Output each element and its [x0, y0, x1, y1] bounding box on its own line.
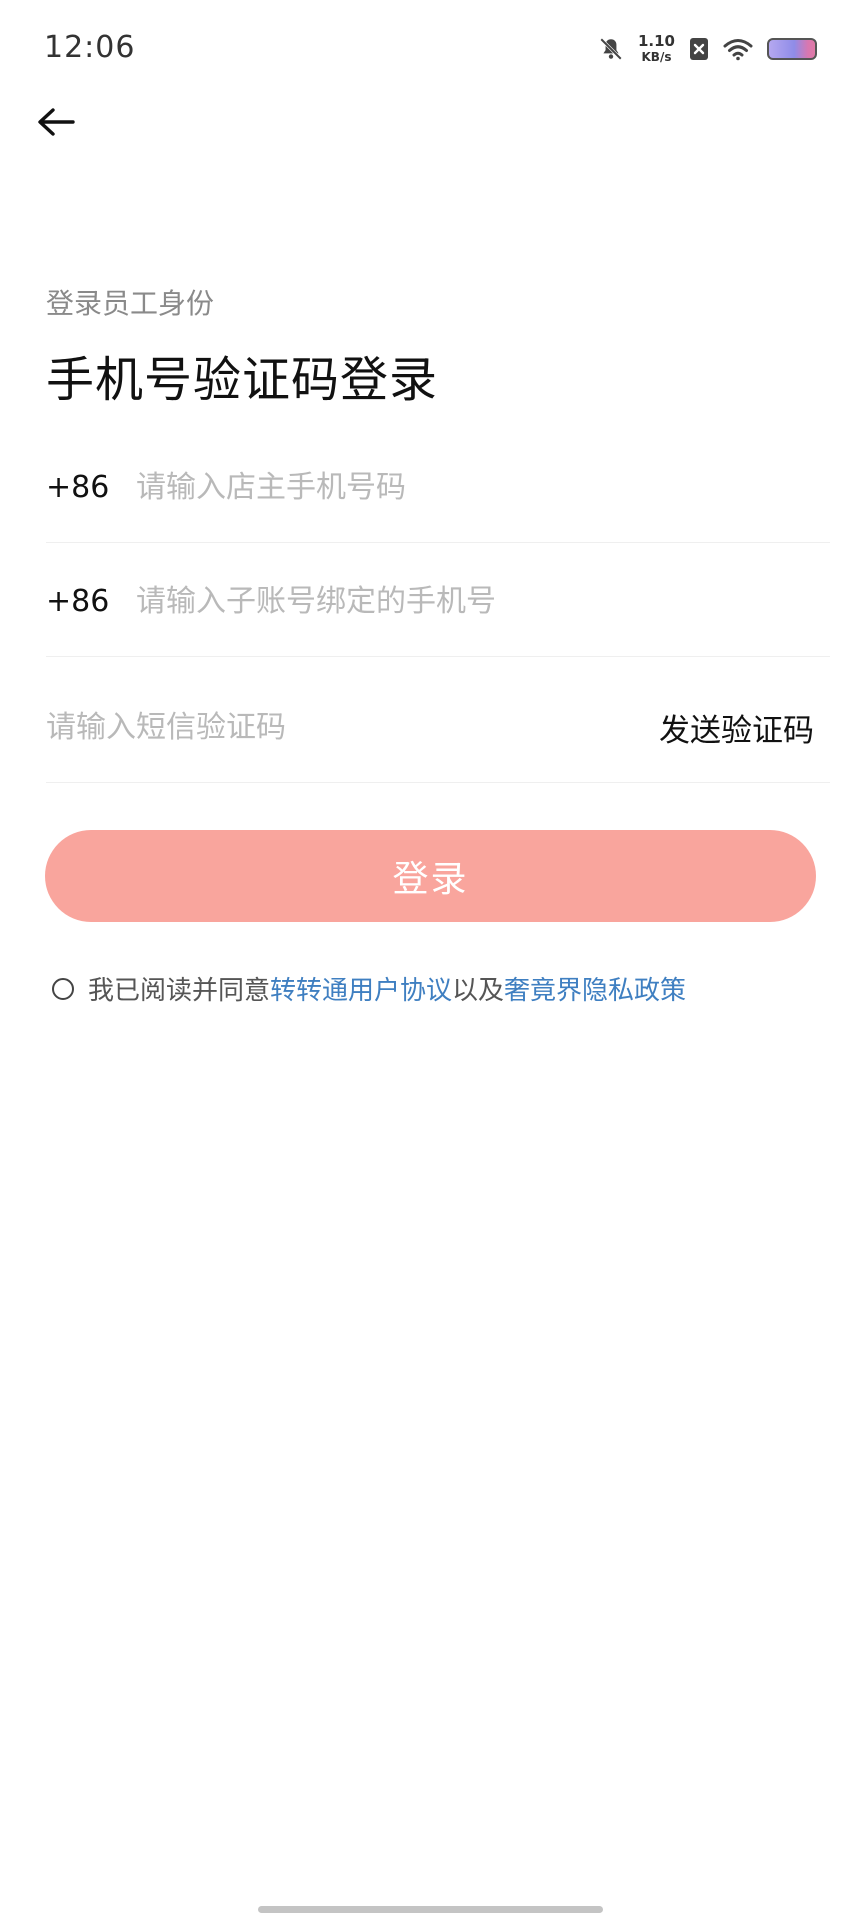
agreement-text: 我已阅读并同意	[88, 976, 271, 1006]
send-code-button[interactable]: 发送验证码	[659, 705, 814, 750]
owner-phone-row: +86	[46, 433, 830, 543]
back-button[interactable]	[34, 102, 78, 146]
agreement-checkbox[interactable]	[52, 977, 74, 1000]
page-title: 手机号验证码登录	[46, 352, 439, 408]
sms-code-row: 发送验证码	[46, 673, 830, 783]
network-speed: 1.10 KB/s	[637, 32, 675, 64]
agreement-middle-text: 以及	[452, 976, 505, 1006]
arrow-left-icon	[37, 107, 75, 141]
sim-x-icon	[689, 37, 709, 61]
agreement: 我已阅读并同意 转转通用户协议 以及 奢竟界隐私政策	[52, 970, 686, 1007]
sub-account-phone-row: +86	[46, 547, 830, 657]
page-subtitle: 登录员工身份	[46, 287, 215, 320]
wifi-icon	[723, 37, 753, 61]
country-code-prefix[interactable]: +86	[46, 584, 136, 619]
sub-account-phone-input[interactable]	[136, 584, 830, 619]
status-time: 12:06	[44, 30, 136, 65]
sms-code-input[interactable]	[46, 710, 659, 745]
network-speed-value: 1.10	[637, 32, 675, 50]
bell-off-icon	[598, 36, 624, 62]
home-indicator[interactable]	[258, 1906, 603, 1913]
network-speed-unit: KB/s	[641, 50, 672, 64]
status-bar: 12:06 1.10 KB/s	[0, 0, 861, 100]
battery-icon	[767, 37, 817, 60]
status-icons: 1.10 KB/s	[598, 34, 817, 63]
login-button[interactable]: 登录	[45, 830, 816, 922]
user-agreement-link[interactable]: 转转通用户协议	[270, 970, 452, 1007]
privacy-policy-link[interactable]: 奢竟界隐私政策	[504, 970, 686, 1007]
owner-phone-input[interactable]	[136, 470, 830, 505]
country-code-prefix[interactable]: +86	[46, 470, 136, 505]
